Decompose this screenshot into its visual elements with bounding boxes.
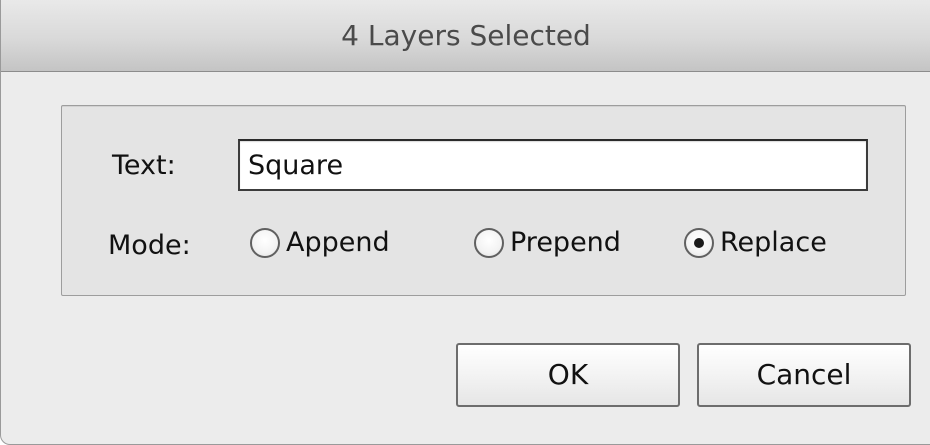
prepend-radio-button[interactable]: [474, 227, 504, 258]
prepend-radio-label[interactable]: Prepend: [510, 227, 621, 258]
mode-label: Mode:: [108, 230, 191, 261]
text-label: Text:: [112, 150, 176, 181]
options-group: Text: Mode: Append Prepend Replace: [61, 105, 906, 296]
replace-radio-label[interactable]: Replace: [720, 227, 827, 258]
cancel-button[interactable]: Cancel: [697, 343, 911, 407]
mode-radio-append[interactable]: Append: [250, 227, 390, 258]
ok-button[interactable]: OK: [456, 343, 680, 407]
title-bar[interactable]: 4 Layers Selected: [1, 0, 930, 72]
append-radio-label[interactable]: Append: [286, 227, 390, 258]
replace-radio-button[interactable]: [684, 227, 714, 258]
mode-radio-replace[interactable]: Replace: [684, 227, 827, 258]
dialog-window: 4 Layers Selected Text: Mode: Append Pre…: [0, 0, 930, 445]
dialog-title: 4 Layers Selected: [341, 19, 591, 52]
mode-radio-prepend[interactable]: Prepend: [474, 227, 621, 258]
append-radio-button[interactable]: [250, 227, 280, 258]
text-input[interactable]: [238, 139, 868, 191]
